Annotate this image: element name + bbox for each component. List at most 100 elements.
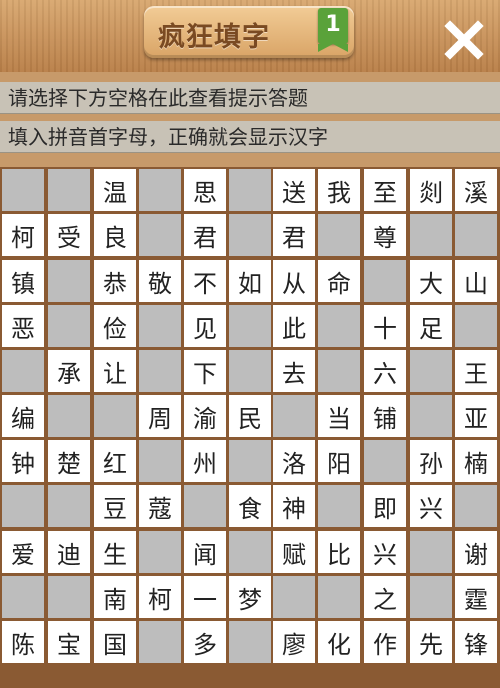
grid-cell-filled[interactable]: 敬: [139, 260, 181, 302]
grid-cell-empty[interactable]: [455, 485, 497, 527]
grid-cell-empty[interactable]: [2, 169, 44, 211]
grid-cell-filled[interactable]: 国: [94, 621, 136, 663]
grid-cell-filled[interactable]: 兴: [364, 531, 406, 573]
grid-cell-filled[interactable]: 南: [94, 576, 136, 618]
grid-cell-filled[interactable]: 楠: [455, 440, 497, 482]
grid-cell-empty[interactable]: [318, 214, 360, 256]
grid-cell-filled[interactable]: 陈: [2, 621, 44, 663]
grid-cell-filled[interactable]: 良: [94, 214, 136, 256]
grid-cell-filled[interactable]: 梦: [229, 576, 271, 618]
grid-cell-filled[interactable]: 兴: [410, 485, 452, 527]
grid-cell-filled[interactable]: 命: [318, 260, 360, 302]
grid-cell-filled[interactable]: 霆: [455, 576, 497, 618]
grid-cell-empty[interactable]: [318, 350, 360, 392]
grid-cell-empty[interactable]: [2, 485, 44, 527]
grid-cell-filled[interactable]: 镇: [2, 260, 44, 302]
grid-cell-empty[interactable]: [139, 169, 181, 211]
grid-cell-empty[interactable]: [364, 260, 406, 302]
grid-cell-filled[interactable]: 阳: [318, 440, 360, 482]
grid-cell-empty[interactable]: [48, 169, 90, 211]
grid-cell-filled[interactable]: 足: [410, 305, 452, 347]
grid-cell-filled[interactable]: 迪: [48, 531, 90, 573]
grid-cell-filled[interactable]: 谢: [455, 531, 497, 573]
grid-cell-filled[interactable]: 俭: [94, 305, 136, 347]
grid-cell-empty[interactable]: [2, 576, 44, 618]
grid-cell-filled[interactable]: 生: [94, 531, 136, 573]
grid-cell-filled[interactable]: 见: [184, 305, 226, 347]
grid-cell-filled[interactable]: 洛: [273, 440, 315, 482]
grid-cell-empty[interactable]: [229, 440, 271, 482]
grid-cell-filled[interactable]: 六: [364, 350, 406, 392]
grid-cell-empty[interactable]: [139, 621, 181, 663]
grid-cell-filled[interactable]: 铺: [364, 395, 406, 437]
grid-cell-filled[interactable]: 廖: [273, 621, 315, 663]
grid-cell-empty[interactable]: [139, 531, 181, 573]
grid-cell-empty[interactable]: [410, 395, 452, 437]
grid-cell-filled[interactable]: 孙: [410, 440, 452, 482]
grid-cell-filled[interactable]: 我: [318, 169, 360, 211]
grid-cell-empty[interactable]: [139, 350, 181, 392]
grid-cell-filled[interactable]: 即: [364, 485, 406, 527]
grid-cell-empty[interactable]: [229, 621, 271, 663]
grid-cell-filled[interactable]: 十: [364, 305, 406, 347]
grid-cell-filled[interactable]: 豆: [94, 485, 136, 527]
grid-cell-filled[interactable]: 作: [364, 621, 406, 663]
grid-cell-filled[interactable]: 让: [94, 350, 136, 392]
grid-cell-empty[interactable]: [184, 485, 226, 527]
grid-cell-filled[interactable]: 去: [273, 350, 315, 392]
grid-cell-filled[interactable]: 溪: [455, 169, 497, 211]
grid-cell-empty[interactable]: [318, 305, 360, 347]
grid-cell-filled[interactable]: 受: [48, 214, 90, 256]
grid-cell-empty[interactable]: [94, 395, 136, 437]
grid-cell-filled[interactable]: 闻: [184, 531, 226, 573]
grid-cell-filled[interactable]: 爱: [2, 531, 44, 573]
grid-cell-empty[interactable]: [2, 350, 44, 392]
grid-cell-empty[interactable]: [229, 531, 271, 573]
grid-cell-empty[interactable]: [139, 440, 181, 482]
grid-cell-empty[interactable]: [229, 350, 271, 392]
grid-cell-empty[interactable]: [273, 395, 315, 437]
grid-cell-filled[interactable]: 山: [455, 260, 497, 302]
grid-cell-filled[interactable]: 大: [410, 260, 452, 302]
grid-cell-filled[interactable]: 恭: [94, 260, 136, 302]
grid-cell-filled[interactable]: 多: [184, 621, 226, 663]
grid-cell-filled[interactable]: 编: [2, 395, 44, 437]
grid-cell-filled[interactable]: 食: [229, 485, 271, 527]
grid-cell-filled[interactable]: 柯: [139, 576, 181, 618]
grid-cell-empty[interactable]: [410, 214, 452, 256]
grid-cell-filled[interactable]: 比: [318, 531, 360, 573]
grid-cell-empty[interactable]: [48, 260, 90, 302]
grid-cell-empty[interactable]: [318, 485, 360, 527]
grid-cell-filled[interactable]: 化: [318, 621, 360, 663]
grid-cell-filled[interactable]: 不: [184, 260, 226, 302]
grid-cell-filled[interactable]: 蔻: [139, 485, 181, 527]
grid-cell-empty[interactable]: [318, 576, 360, 618]
grid-cell-filled[interactable]: 神: [273, 485, 315, 527]
grid-cell-filled[interactable]: 赋: [273, 531, 315, 573]
grid-cell-filled[interactable]: 钟: [2, 440, 44, 482]
grid-cell-filled[interactable]: 下: [184, 350, 226, 392]
close-button[interactable]: [438, 14, 490, 66]
grid-cell-empty[interactable]: [229, 305, 271, 347]
grid-cell-empty[interactable]: [455, 305, 497, 347]
grid-cell-filled[interactable]: 宝: [48, 621, 90, 663]
grid-cell-filled[interactable]: 锋: [455, 621, 497, 663]
grid-cell-empty[interactable]: [229, 214, 271, 256]
grid-cell-empty[interactable]: [48, 485, 90, 527]
grid-cell-filled[interactable]: 恶: [2, 305, 44, 347]
grid-cell-filled[interactable]: 州: [184, 440, 226, 482]
grid-cell-filled[interactable]: 送: [273, 169, 315, 211]
grid-cell-filled[interactable]: 民: [229, 395, 271, 437]
grid-cell-filled[interactable]: 当: [318, 395, 360, 437]
grid-cell-empty[interactable]: [48, 395, 90, 437]
grid-cell-filled[interactable]: 君: [184, 214, 226, 256]
grid-cell-filled[interactable]: 周: [139, 395, 181, 437]
grid-cell-empty[interactable]: [48, 305, 90, 347]
grid-cell-filled[interactable]: 先: [410, 621, 452, 663]
grid-cell-filled[interactable]: 渝: [184, 395, 226, 437]
grid-cell-empty[interactable]: [410, 350, 452, 392]
grid-cell-filled[interactable]: 楚: [48, 440, 90, 482]
grid-cell-filled[interactable]: 亚: [455, 395, 497, 437]
grid-cell-filled[interactable]: 承: [48, 350, 90, 392]
grid-cell-filled[interactable]: 如: [229, 260, 271, 302]
